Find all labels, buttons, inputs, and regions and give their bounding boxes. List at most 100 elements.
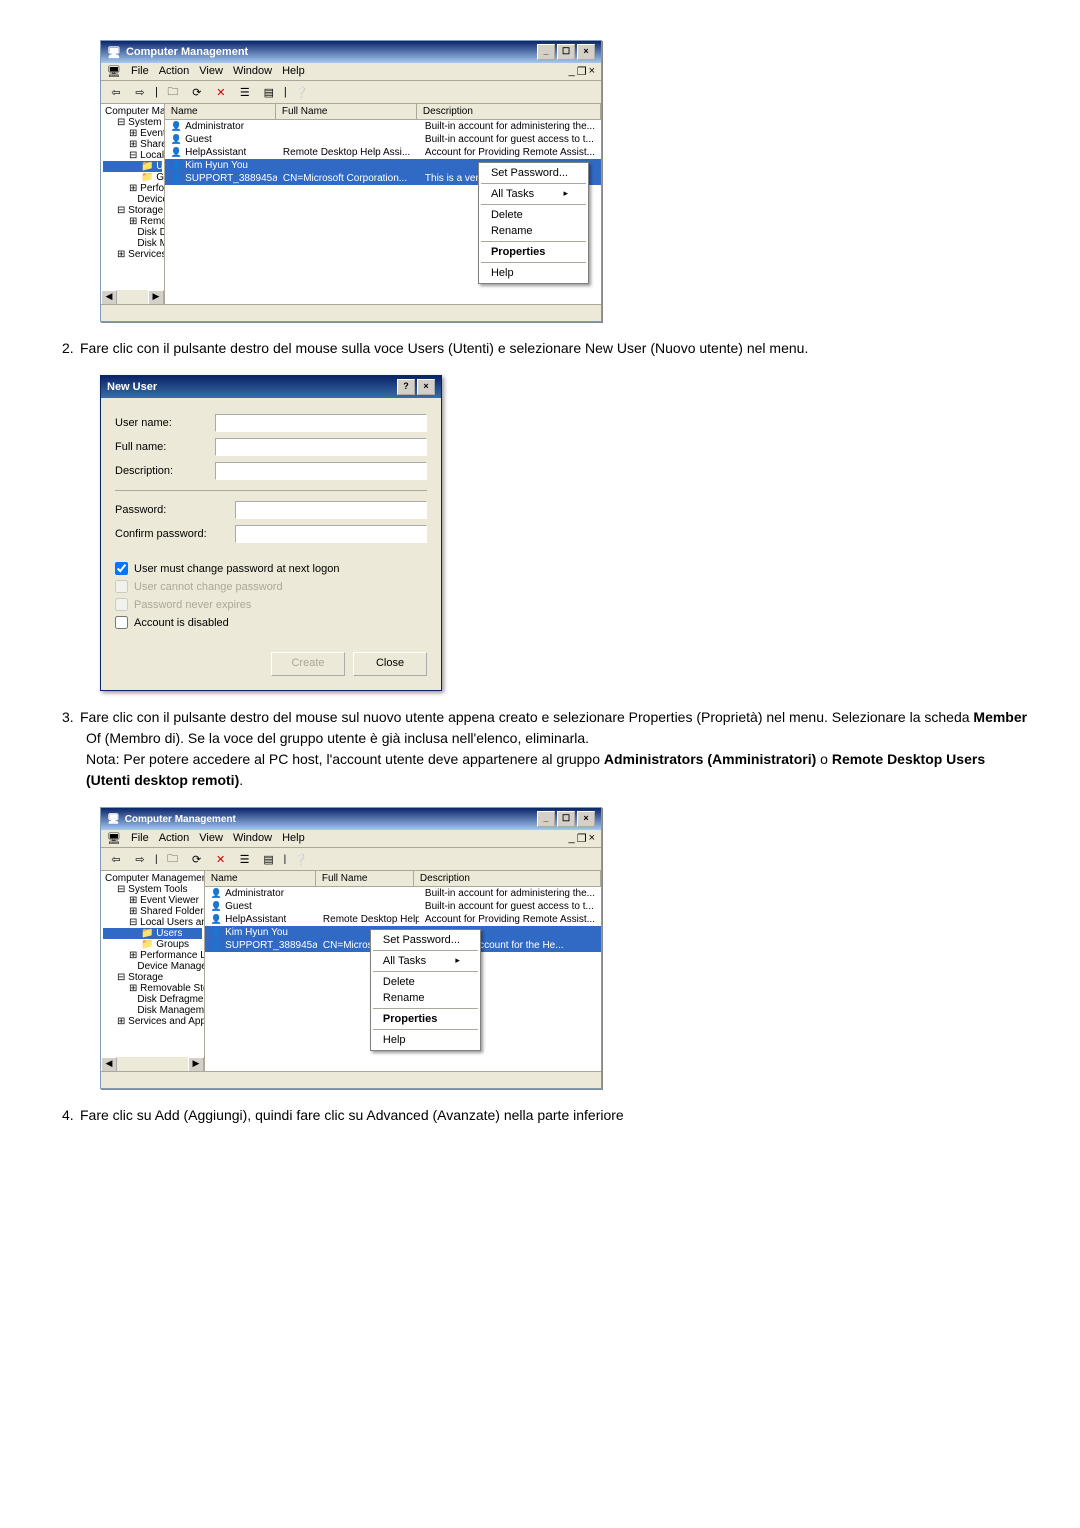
- mdi-close-button[interactable]: ×: [589, 65, 595, 78]
- ctx-all-tasks[interactable]: All Tasks: [481, 186, 586, 202]
- ctx-rename[interactable]: Rename: [373, 990, 478, 1006]
- menu-view[interactable]: View: [199, 65, 223, 78]
- tree-services[interactable]: ⊞ Services and Applications: [103, 1016, 202, 1027]
- tree-systools[interactable]: ⊟ System Tools: [103, 884, 202, 895]
- tree-storage[interactable]: ⊟ Storage: [103, 205, 162, 216]
- col-desc[interactable]: Description: [414, 871, 601, 886]
- username-input[interactable]: [215, 414, 427, 432]
- delete-icon[interactable]: ✕: [212, 850, 230, 868]
- ctx-rename[interactable]: Rename: [481, 223, 586, 239]
- ctx-set-password[interactable]: Set Password...: [481, 165, 586, 181]
- ctx-properties[interactable]: Properties: [481, 244, 586, 260]
- scroll-left-icon[interactable]: ◀: [101, 290, 117, 304]
- help-icon[interactable]: ❔: [293, 83, 311, 101]
- mdi-minimize-button[interactable]: _: [569, 65, 575, 78]
- tree-defrag[interactable]: Disk Defragmenter: [103, 227, 162, 238]
- tree-remov[interactable]: ⊞ Removable Storage: [103, 983, 202, 994]
- tree-h-scrollbar[interactable]: ◀ ▶: [101, 1057, 204, 1071]
- minimize-button[interactable]: _: [537, 811, 555, 827]
- tree-users[interactable]: 📁 Users: [103, 161, 162, 172]
- up-icon[interactable]: 🗀: [164, 850, 182, 868]
- col-full[interactable]: Full Name: [276, 104, 417, 119]
- ctx-set-password[interactable]: Set Password...: [373, 932, 478, 948]
- refresh-icon[interactable]: ⟳: [188, 83, 206, 101]
- ctx-help[interactable]: Help: [481, 265, 586, 281]
- ctx-properties[interactable]: Properties: [373, 1011, 478, 1027]
- tree-root[interactable]: Computer Management (Local): [103, 873, 202, 884]
- tree-perf[interactable]: ⊞ Performance Logs and Alerts: [103, 950, 202, 961]
- dialog-titlebar[interactable]: New User ? ×: [101, 376, 441, 398]
- col-desc[interactable]: Description: [417, 104, 601, 119]
- properties-icon[interactable]: ☰: [236, 850, 254, 868]
- menu-window[interactable]: Window: [233, 65, 272, 78]
- user-row[interactable]: Administrator Built-in account for admin…: [165, 120, 601, 133]
- user-row[interactable]: Guest Built-in account for guest access …: [165, 133, 601, 146]
- user-row[interactable]: Guest Built-in account for guest access …: [205, 900, 601, 913]
- dialog-help-button[interactable]: ?: [397, 379, 415, 395]
- tree-event[interactable]: ⊞ Event Viewer: [103, 128, 162, 139]
- tree-groups[interactable]: 📁 Groups: [103, 939, 202, 950]
- scroll-right-icon[interactable]: ▶: [188, 1057, 204, 1071]
- nav-back-icon[interactable]: ⇦: [107, 83, 125, 101]
- maximize-button[interactable]: ☐: [557, 44, 575, 60]
- close-button[interactable]: ×: [577, 811, 595, 827]
- tree-defrag[interactable]: Disk Defragmenter: [103, 994, 202, 1005]
- scroll-left-icon[interactable]: ◀: [101, 1057, 117, 1071]
- user-row[interactable]: HelpAssistant Remote Desktop Help Assi..…: [165, 146, 601, 159]
- user-row[interactable]: HelpAssistant Remote Desktop Help Assi..…: [205, 913, 601, 926]
- help-icon[interactable]: ❔: [292, 850, 310, 868]
- chk-must-change[interactable]: [115, 562, 128, 575]
- tree-devmgr[interactable]: Device Manager: [103, 961, 202, 972]
- list-pane[interactable]: Name Full Name Description Administrator…: [165, 104, 601, 304]
- ctx-all-tasks[interactable]: All Tasks: [373, 953, 478, 969]
- close-dialog-button[interactable]: Close: [353, 652, 427, 676]
- tree-h-scrollbar[interactable]: ◀ ▶: [101, 290, 164, 304]
- menu-action[interactable]: Action: [159, 65, 190, 78]
- ctx-delete[interactable]: Delete: [481, 207, 586, 223]
- titlebar[interactable]: 🖥 Computer Management _ ☐ ×: [101, 808, 601, 830]
- tree-pane[interactable]: Computer Management (Local) ⊟ System Too…: [101, 871, 205, 1071]
- tree-groups[interactable]: 📁 Groups: [103, 172, 162, 183]
- tree-root[interactable]: Computer Management (Local): [103, 106, 162, 117]
- menu-view[interactable]: View: [199, 832, 223, 845]
- menu-action[interactable]: Action: [159, 832, 190, 845]
- minimize-button[interactable]: _: [537, 44, 555, 60]
- maximize-button[interactable]: ☐: [557, 811, 575, 827]
- mdi-restore-button[interactable]: ❐: [577, 65, 587, 78]
- tree-pane[interactable]: Computer Management (Local) ⊟ System Too…: [101, 104, 165, 304]
- menu-window[interactable]: Window: [233, 832, 272, 845]
- col-full[interactable]: Full Name: [316, 871, 414, 886]
- scroll-right-icon[interactable]: ▶: [148, 290, 164, 304]
- tree-perf[interactable]: ⊞ Performance Logs and Alerts: [103, 183, 162, 194]
- tree-systools[interactable]: ⊟ System Tools: [103, 117, 162, 128]
- col-name[interactable]: Name: [205, 871, 316, 886]
- list-pane[interactable]: Name Full Name Description Administrator…: [205, 871, 601, 1071]
- tree-shared[interactable]: ⊞ Shared Folders: [103, 139, 162, 150]
- ctx-help[interactable]: Help: [373, 1032, 478, 1048]
- tree-storage[interactable]: ⊟ Storage: [103, 972, 202, 983]
- delete-icon[interactable]: ✕: [212, 83, 230, 101]
- tree-lug[interactable]: ⊟ Local Users and Groups: [103, 150, 162, 161]
- ctx-delete[interactable]: Delete: [373, 974, 478, 990]
- tree-remov[interactable]: ⊞ Removable Storage: [103, 216, 162, 227]
- titlebar[interactable]: 🖥 Computer Management _ ☐ ×: [101, 41, 601, 63]
- nav-forward-icon[interactable]: ⇨: [131, 83, 149, 101]
- tree-services[interactable]: ⊞ Services and Applications: [103, 249, 162, 260]
- dialog-close-button[interactable]: ×: [417, 379, 435, 395]
- properties-icon[interactable]: ☰: [236, 83, 254, 101]
- col-name[interactable]: Name: [165, 104, 276, 119]
- mdi-close-button[interactable]: ×: [589, 832, 595, 845]
- tree-diskmgmt[interactable]: Disk Management: [103, 238, 162, 249]
- menu-help[interactable]: Help: [282, 65, 305, 78]
- menu-file[interactable]: File: [131, 832, 149, 845]
- mdi-minimize-button[interactable]: _: [569, 832, 575, 845]
- up-icon[interactable]: 🗀: [164, 83, 182, 101]
- nav-forward-icon[interactable]: ⇨: [131, 850, 149, 868]
- close-button[interactable]: ×: [577, 44, 595, 60]
- user-row[interactable]: Administrator Built-in account for admin…: [205, 887, 601, 900]
- export-icon[interactable]: ▤: [260, 850, 278, 868]
- nav-back-icon[interactable]: ⇦: [107, 850, 125, 868]
- description-input[interactable]: [215, 462, 427, 480]
- export-icon[interactable]: ▤: [260, 83, 278, 101]
- fullname-input[interactable]: [215, 438, 427, 456]
